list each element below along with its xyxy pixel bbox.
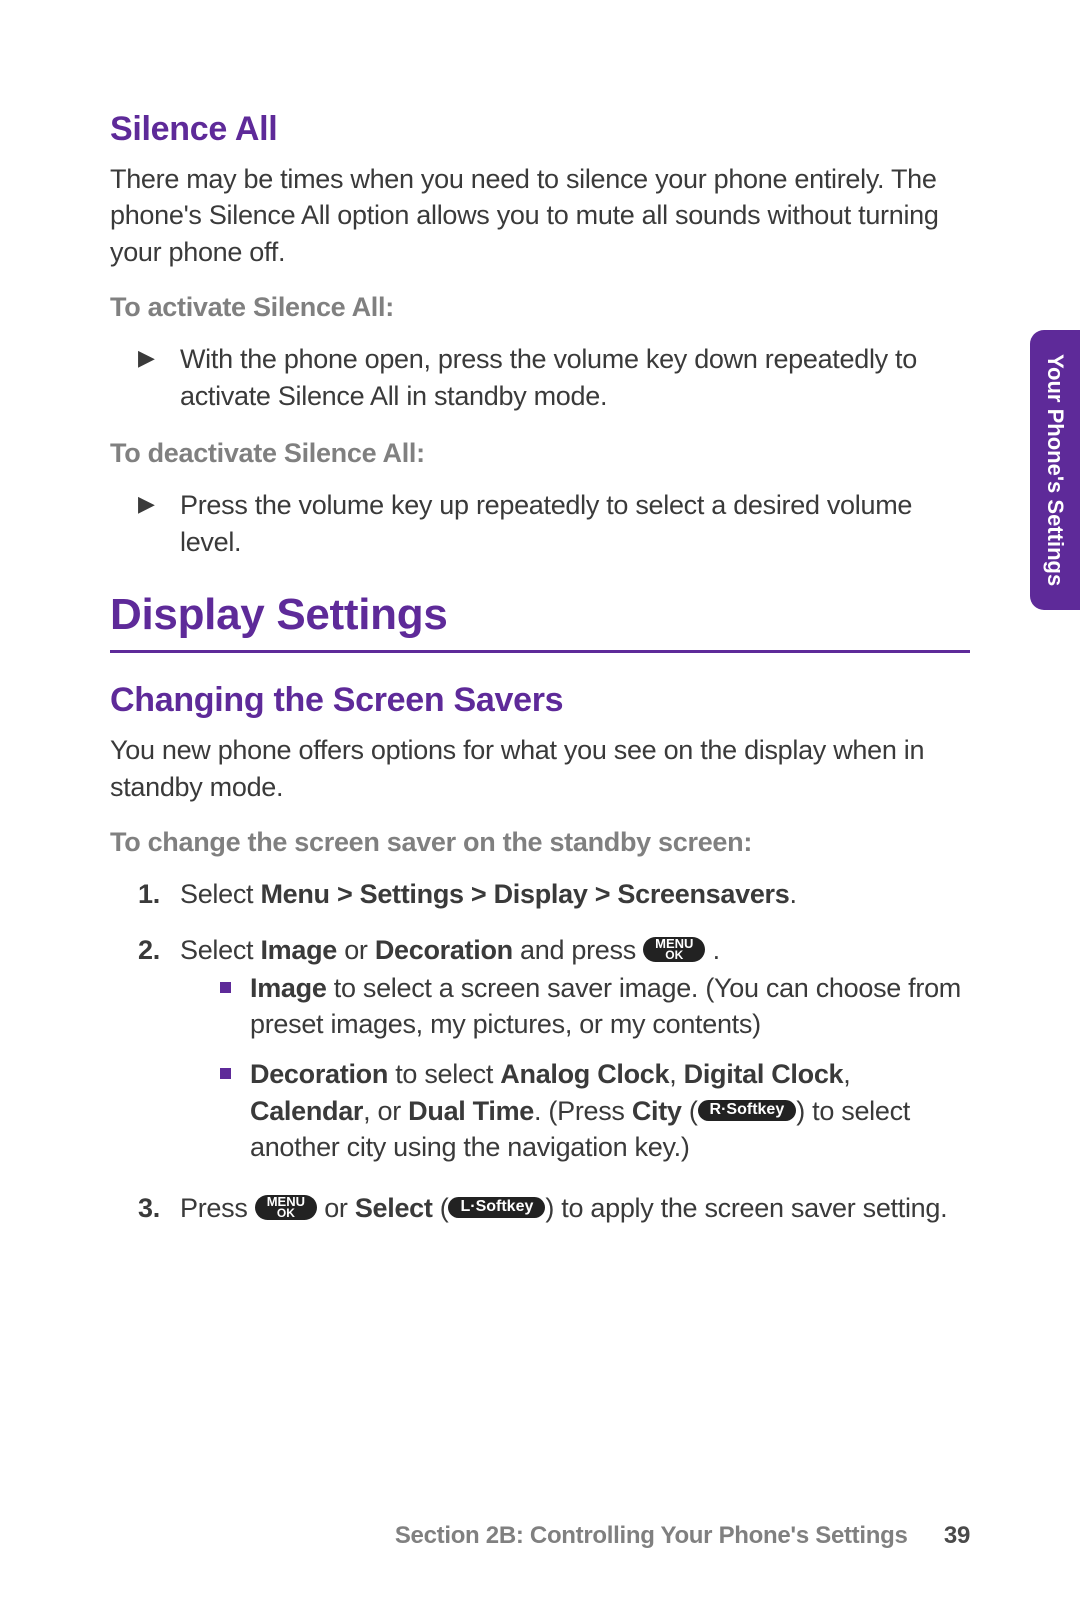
heading-silence-all: Silence All: [110, 110, 970, 149]
step-1: Select Menu > Settings > Display > Scree…: [180, 876, 970, 914]
silence-intro: There may be times when you need to sile…: [110, 161, 970, 270]
l-softkey-icon: L·Softkey: [448, 1197, 545, 1218]
deactivate-steps: Press the volume key up repeatedly to se…: [110, 487, 970, 560]
deactivate-label: To deactivate Silence All:: [110, 438, 970, 469]
deactivate-step: Press the volume key up repeatedly to se…: [180, 487, 970, 560]
step-2: Select Image or Decoration and press MEN…: [180, 932, 970, 1166]
heading-screen-savers: Changing the Screen Savers: [110, 681, 970, 720]
footer-section: Section 2B: Controlling Your Phone's Set…: [395, 1522, 908, 1549]
option-decoration: Decoration to select Analog Clock, Digit…: [250, 1056, 970, 1165]
option-image: Image to select a screen saver image. (Y…: [250, 970, 970, 1043]
page-content: Silence All There may be times when you …: [0, 0, 1080, 1620]
menu-ok-key-icon: MENUOK: [643, 937, 705, 961]
step-3: Press MENUOK or Select (L·Softkey) to ap…: [180, 1190, 970, 1228]
r-softkey-icon: R·Softkey: [698, 1100, 797, 1121]
menu-ok-key-icon: MENUOK: [255, 1195, 317, 1219]
heading-display-settings: Display Settings: [110, 590, 970, 653]
screensaver-steps: Select Menu > Settings > Display > Scree…: [110, 876, 970, 1228]
change-label: To change the screen saver on the standb…: [110, 827, 970, 858]
screensaver-intro: You new phone offers options for what yo…: [110, 732, 970, 805]
activate-step: With the phone open, press the volume ke…: [180, 341, 970, 414]
page-footer: Section 2B: Controlling Your Phone's Set…: [395, 1522, 970, 1550]
step-2-options: Image to select a screen saver image. (Y…: [180, 970, 970, 1166]
activate-steps: With the phone open, press the volume ke…: [110, 341, 970, 414]
activate-label: To activate Silence All:: [110, 292, 970, 323]
footer-page-number: 39: [944, 1522, 970, 1549]
